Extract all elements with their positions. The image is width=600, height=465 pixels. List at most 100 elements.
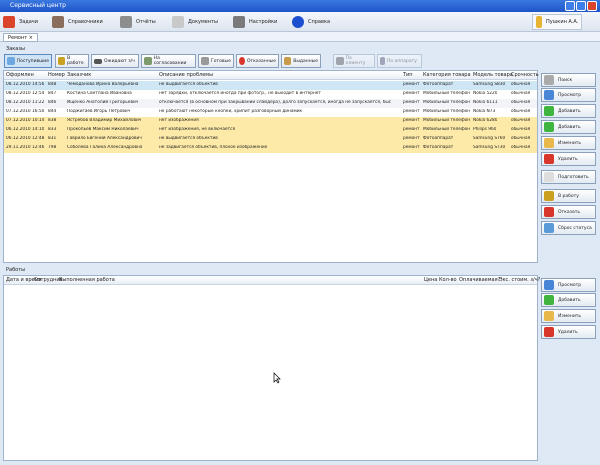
column-header[interactable]: Выполненная работа (59, 277, 115, 283)
filter-by-client[interactable]: По клиенту (333, 54, 375, 68)
settings-icon (233, 16, 245, 28)
order-action-button[interactable]: В работу (541, 189, 596, 203)
table-cell: Nokia N73 (473, 109, 496, 114)
table-cell: 07.12.2010 10:14 (6, 118, 45, 123)
column-header[interactable]: Оформлен (6, 72, 34, 78)
close-tab-icon[interactable]: × (29, 35, 33, 41)
column-header[interactable]: Срочность (511, 72, 539, 78)
order-action-button[interactable]: Изменить (541, 136, 596, 150)
column-header[interactable]: Экс. стоим. з/ч? (499, 277, 540, 283)
table-row[interactable]: 08.12.2010 11:22 846 Ищенко Анатолий Григо… (4, 99, 537, 108)
table-cell: Мобильный телефон (423, 118, 471, 123)
filter-label: На согласовании (153, 56, 187, 66)
table-row[interactable]: 08.12.2010 14:56 848 Чемоданова Ирина Вале… (4, 81, 537, 90)
order-action-button[interactable]: Добавить (541, 120, 596, 134)
table-cell: нет изображения, не включается (159, 127, 236, 132)
toolbar-label: Справочники (68, 19, 103, 25)
filter-label: Выданные (293, 58, 318, 64)
table-cell: Соболева Галина Александровна (67, 145, 143, 150)
column-header[interactable]: Заказчик (67, 72, 91, 78)
filter-in-work[interactable]: В работе (55, 54, 89, 68)
minimize-button[interactable] (565, 1, 575, 11)
column-header[interactable]: Оплачиваемая? (459, 277, 500, 283)
maximize-button[interactable] (576, 1, 586, 11)
work-action-button[interactable]: Добавить (541, 293, 596, 307)
table-row[interactable]: 08.12.2010 12:54 847 Костина Светлана Иван… (4, 90, 537, 99)
table-cell: 06.12.2010 12:48 (6, 136, 45, 141)
toolbar-help[interactable]: Справка (292, 14, 330, 30)
filter-issued[interactable]: Выданные (281, 54, 321, 68)
delete-icon (544, 327, 554, 337)
column-header[interactable]: Модель товара (473, 72, 513, 78)
phone-icon (380, 57, 385, 65)
button-label: Сброс статуса (558, 225, 592, 231)
table-cell: Samsung S760 (473, 136, 506, 141)
order-action-button[interactable]: Сброс статуса (541, 221, 596, 235)
order-action-button[interactable]: Отказать (541, 205, 596, 219)
table-cell: обычная (511, 118, 531, 123)
order-action-button[interactable]: Просмотр (541, 88, 596, 102)
table-cell: 06.12.2010 14:10 (6, 127, 45, 132)
column-header[interactable]: Описание проблемы (159, 72, 213, 78)
filter-ready[interactable]: Готовые (198, 54, 234, 68)
filter-rejected[interactable]: Отказанные (236, 54, 279, 68)
button-label: Добавить (558, 108, 581, 114)
order-action-button[interactable]: Добавить (541, 104, 596, 118)
filter-incoming[interactable]: Поступившие (4, 54, 52, 68)
table-cell: 847 (48, 91, 57, 96)
table-cell: Samsung S830 (473, 82, 506, 87)
toolbar-documents[interactable]: Документы (172, 14, 218, 30)
tab-strip: Ремонт × (0, 32, 600, 42)
toolbar-references[interactable]: Справочники (52, 14, 103, 30)
table-cell: не выдвигается объектив (159, 82, 218, 87)
table-cell: Мобильный телефон (423, 127, 471, 132)
button-label: Отказать (558, 209, 581, 215)
column-header[interactable]: Тип (403, 72, 413, 78)
work-action-button[interactable]: Просмотр (541, 278, 596, 292)
toolbar-label: Настройки (249, 19, 278, 25)
work-action-button[interactable]: Удалить (541, 325, 596, 339)
filter-awaiting-parts[interactable]: Ожидают з/ч (91, 54, 139, 68)
table-row[interactable]: 06.12.2010 14:10 833 Прокопьев Максим Нико… (4, 126, 537, 135)
table-row[interactable]: 07.12.2010 10:14 838 Ястребов Владимир Мих… (4, 117, 537, 126)
column-header[interactable]: Номер (48, 72, 65, 78)
table-row[interactable]: 07.12.2010 16:50 844 Поджигаев Игорь Петро… (4, 108, 537, 117)
window-title: Сервисный центр (10, 2, 66, 9)
filter-by-device[interactable]: По аппарату (377, 54, 422, 68)
table-cell: Samsung S730 (473, 145, 506, 150)
help-icon (292, 16, 304, 28)
work-action-button[interactable]: Изменить (541, 309, 596, 323)
order-action-button[interactable]: Подготовить (541, 170, 596, 184)
user-button[interactable]: Пушкин А.А. (532, 14, 583, 30)
toolbar-tasks[interactable]: Задачи (3, 14, 38, 30)
table-row[interactable]: 06.12.2010 12:48 831 Гаврило Евгений Алекс… (4, 135, 537, 144)
ready-icon (201, 57, 209, 65)
table-row[interactable]: 29.11.2010 12:46 798 Соболева Галина Алекс… (4, 144, 537, 153)
stop-icon (239, 57, 245, 65)
table-cell: Гаврило Евгений Александрович (67, 136, 142, 141)
parts-icon (94, 58, 102, 64)
search-icon (544, 75, 554, 85)
tasks-icon (3, 16, 15, 28)
toolbar-reports[interactable]: Отчёты (120, 14, 156, 30)
edit-icon (544, 138, 554, 148)
tab-repair[interactable]: Ремонт × (3, 33, 38, 42)
table-cell: не работают некоторые кнопки, хрипит раз… (159, 109, 303, 114)
close-button[interactable] (587, 1, 597, 11)
table-cell: Nokia 6280 (473, 118, 498, 123)
tab-label: Ремонт (8, 35, 28, 41)
table-cell: Фотоаппарат (423, 82, 454, 87)
order-action-button[interactable]: Удалить (541, 152, 596, 166)
stop-icon (544, 207, 554, 217)
column-header[interactable]: Кол-во (439, 277, 457, 283)
order-action-button[interactable]: Поиск (541, 73, 596, 87)
table-cell: ремонт (403, 118, 420, 123)
table-cell: Мобильный телефон (423, 100, 471, 105)
table-cell: 08.12.2010 14:56 (6, 82, 45, 87)
column-header[interactable]: Цена (424, 277, 437, 283)
table-cell: Фотоаппарат (423, 136, 454, 141)
column-header[interactable]: Категория товара (423, 72, 471, 78)
toolbar-settings[interactable]: Настройки (233, 14, 277, 30)
filter-approval[interactable]: На согласовании (141, 54, 196, 68)
button-label: Поиск (558, 77, 573, 83)
